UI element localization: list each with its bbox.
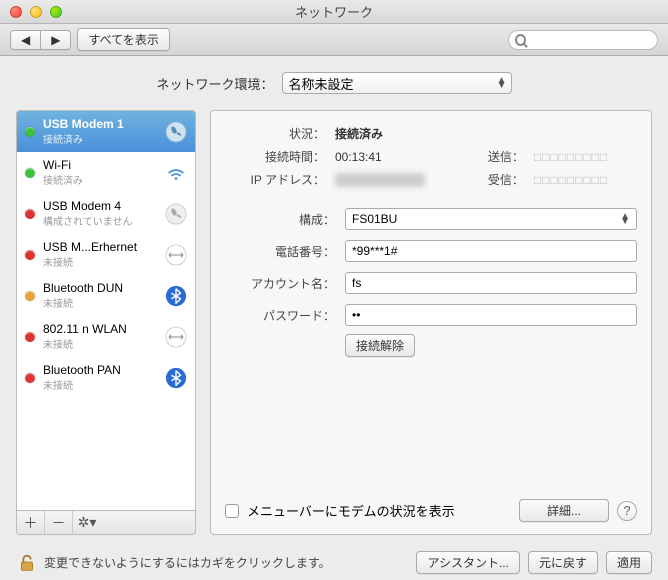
svg-text:⟷: ⟷ — [168, 249, 184, 261]
minimize-icon[interactable] — [30, 6, 42, 18]
sidebar-footer: ＋ － ✲▾ — [16, 511, 196, 535]
detail-footer: メニューバーにモデムの状況を表示 詳細... ? — [225, 489, 637, 522]
menubar-checkbox-label: メニューバーにモデムの状況を表示 — [247, 501, 455, 520]
status-dot-icon — [25, 250, 35, 260]
service-item-usb-ethernet[interactable]: USB M...Erhernet 未接続 ⟷ — [17, 234, 195, 275]
service-status: 接続済み — [43, 172, 157, 187]
search-field[interactable] — [508, 30, 658, 50]
service-item-usb-modem-1[interactable]: USB Modem 1 接続済み — [17, 111, 195, 152]
titlebar: ネットワーク — [0, 0, 668, 24]
status-label: 状況： — [225, 125, 325, 142]
sidebar: USB Modem 1 接続済み Wi-Fi 接続済み — [16, 110, 196, 535]
apply-button[interactable]: 適用 — [606, 551, 652, 574]
wifi-icon — [165, 162, 187, 184]
phone-input[interactable] — [345, 240, 637, 262]
show-all-button[interactable]: すべてを表示 — [77, 28, 169, 51]
remove-service-button[interactable]: － — [45, 511, 73, 534]
select-arrows-icon: ▲▼ — [497, 78, 507, 88]
search-icon — [515, 34, 526, 46]
ethernet-icon: ⟷ — [165, 244, 187, 266]
service-name: USB Modem 1 — [43, 117, 157, 131]
action-menu-button[interactable]: ✲▾ — [73, 511, 101, 534]
phone-icon — [165, 203, 187, 225]
config-select[interactable]: FS01BU ▲▼ — [345, 208, 637, 230]
lock-icon[interactable] — [16, 552, 38, 574]
revert-button[interactable]: 元に戻す — [528, 551, 598, 574]
location-row: ネットワーク環境： 名称未設定 ▲▼ — [16, 72, 652, 94]
service-status: 構成されていません — [43, 213, 157, 228]
config-label: 構成： — [225, 211, 335, 228]
service-list: USB Modem 1 接続済み Wi-Fi 接続済み — [16, 110, 196, 511]
help-button[interactable]: ? — [617, 501, 637, 521]
status-dot-icon — [25, 209, 35, 219]
service-name: Bluetooth DUN — [43, 281, 157, 295]
bluetooth-icon — [165, 367, 187, 389]
search-input[interactable] — [530, 33, 651, 47]
service-name: USB M...Erhernet — [43, 240, 157, 254]
service-name: Wi-Fi — [43, 158, 157, 172]
status-value: 接続済み — [335, 125, 454, 142]
forward-button[interactable]: ▶ — [40, 30, 71, 50]
ip-label: IP アドレス： — [225, 171, 325, 188]
close-icon[interactable] — [10, 6, 22, 18]
account-label: アカウント名： — [225, 275, 335, 292]
status-dot-icon — [25, 127, 35, 137]
nav-buttons: ◀ ▶ — [10, 30, 71, 50]
footer: 変更できないようにするにはカギをクリックします。 アシスタント... 元に戻す … — [16, 545, 652, 574]
toolbar: ◀ ▶ すべてを表示 — [0, 24, 668, 56]
service-name: Bluetooth PAN — [43, 363, 157, 377]
sent-label: 送信： — [464, 148, 524, 165]
location-label: ネットワーク環境： — [156, 74, 273, 93]
traffic-lights — [10, 6, 62, 18]
bluetooth-icon — [165, 285, 187, 307]
lock-text: 変更できないようにするにはカギをクリックします。 — [44, 554, 331, 571]
service-status: 未接続 — [43, 377, 157, 392]
account-input[interactable] — [345, 272, 637, 294]
menubar-checkbox[interactable] — [225, 504, 239, 518]
zoom-icon[interactable] — [50, 6, 62, 18]
form-grid: 構成： FS01BU ▲▼ 電話番号： アカウント名： パスワード： — [225, 208, 637, 326]
service-item-wlan[interactable]: 802.11 n WLAN 未接続 ⟷ — [17, 316, 195, 357]
service-name: USB Modem 4 — [43, 199, 157, 213]
add-service-button[interactable]: ＋ — [17, 511, 45, 534]
time-value: 00:13:41 — [335, 150, 454, 164]
ethernet-icon: ⟷ — [165, 326, 187, 348]
service-status: 未接続 — [43, 336, 157, 351]
back-button[interactable]: ◀ — [10, 30, 40, 50]
status-dot-icon — [25, 291, 35, 301]
config-value: FS01BU — [352, 212, 397, 226]
advanced-button[interactable]: 詳細... — [519, 499, 609, 522]
phone-label: 電話番号： — [225, 243, 335, 260]
sent-value: □□□□□□□□□ — [534, 150, 637, 164]
service-status: 未接続 — [43, 254, 157, 269]
status-dot-icon — [25, 373, 35, 383]
password-label: パスワード： — [225, 307, 335, 324]
window-title: ネットワーク — [295, 2, 373, 21]
phone-icon — [165, 121, 187, 143]
password-input[interactable] — [345, 304, 637, 326]
status-dot-icon — [25, 168, 35, 178]
svg-text:⟷: ⟷ — [168, 331, 184, 343]
service-item-bt-dun[interactable]: Bluetooth DUN 未接続 — [17, 275, 195, 316]
time-label: 接続時間： — [225, 148, 325, 165]
recv-label: 受信： — [464, 171, 524, 188]
service-item-bt-pan[interactable]: Bluetooth PAN 未接続 — [17, 357, 195, 398]
disconnect-button[interactable]: 接続解除 — [345, 334, 415, 357]
ip-value — [335, 173, 425, 187]
status-dot-icon — [25, 332, 35, 342]
detail-pane: 状況： 接続済み 接続時間： 00:13:41 送信： □□□□□□□□□ IP… — [210, 110, 652, 535]
service-status: 未接続 — [43, 295, 157, 310]
select-arrows-icon: ▲▼ — [620, 214, 630, 224]
assistant-button[interactable]: アシスタント... — [416, 551, 520, 574]
location-select[interactable]: 名称未設定 ▲▼ — [282, 72, 512, 94]
service-status: 接続済み — [43, 131, 157, 146]
lock-row: 変更できないようにするにはカギをクリックします。 — [16, 552, 408, 574]
service-item-usb-modem-4[interactable]: USB Modem 4 構成されていません — [17, 193, 195, 234]
service-name: 802.11 n WLAN — [43, 322, 157, 336]
location-value: 名称未設定 — [289, 74, 354, 93]
status-grid: 状況： 接続済み 接続時間： 00:13:41 送信： □□□□□□□□□ IP… — [225, 125, 637, 188]
recv-value: □□□□□□□□□ — [534, 173, 637, 187]
service-item-wifi[interactable]: Wi-Fi 接続済み — [17, 152, 195, 193]
